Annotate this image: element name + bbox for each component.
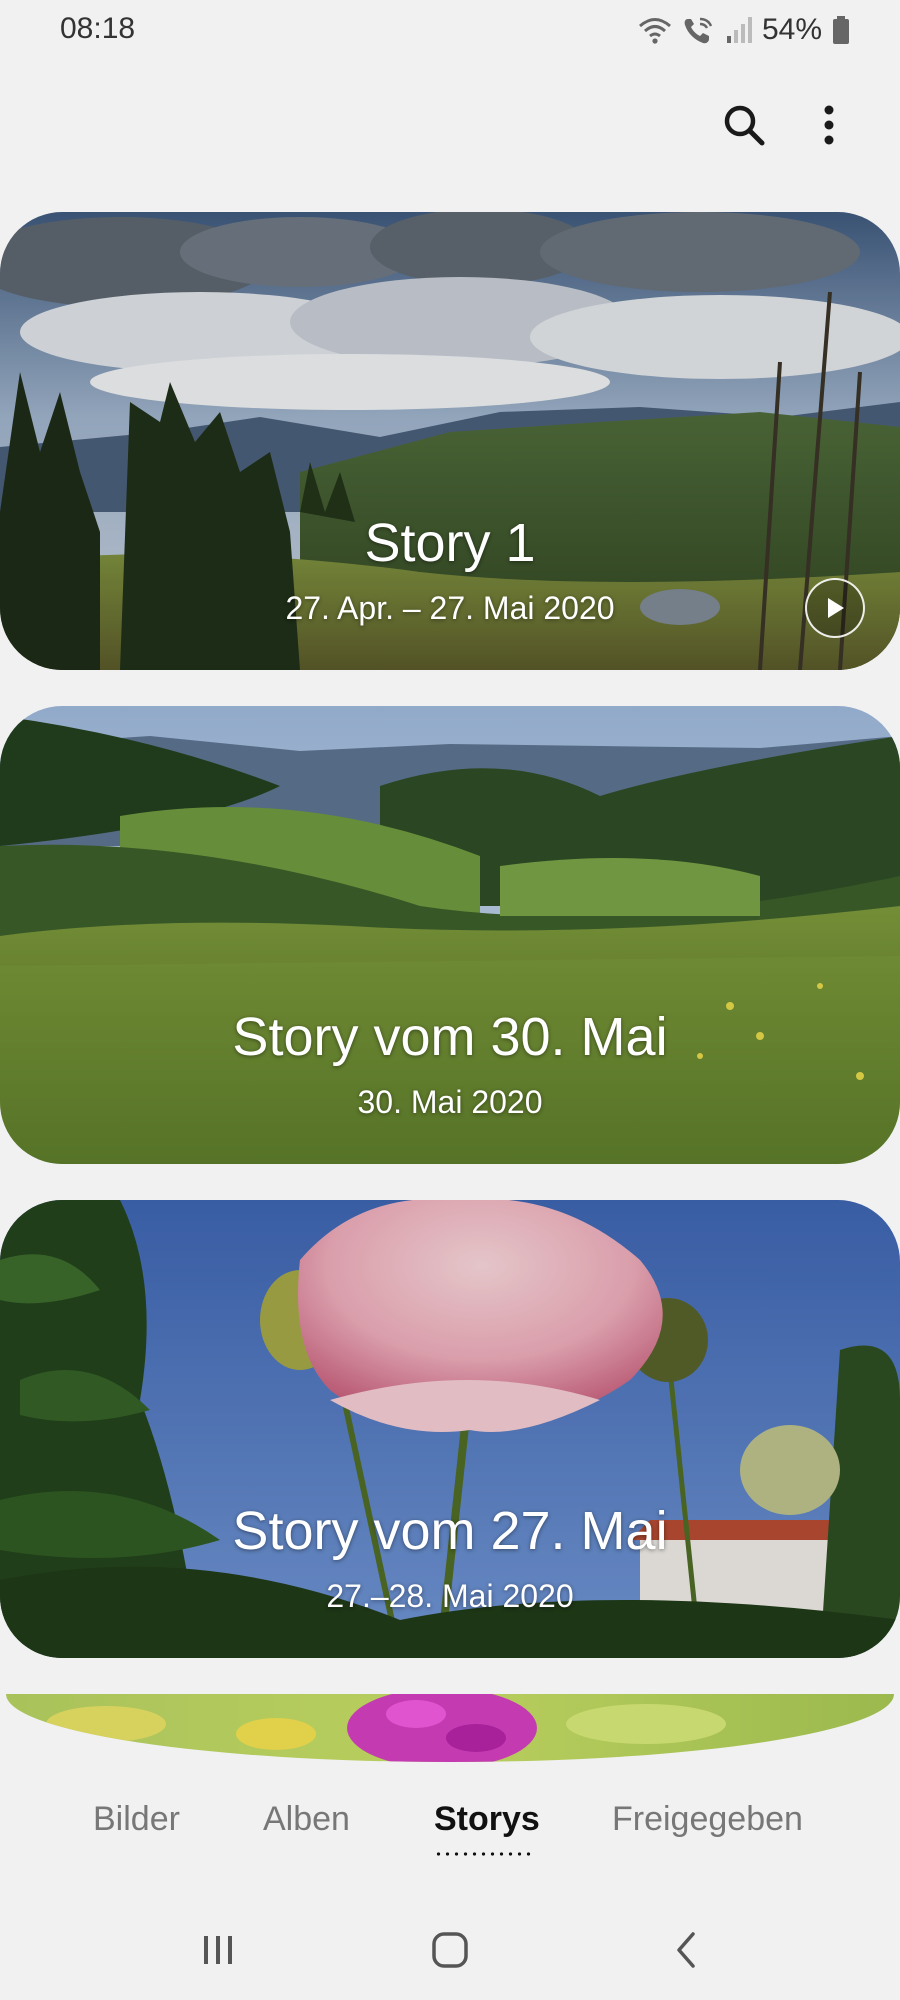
wifi-call-icon [684,17,713,44]
action-bar [0,90,900,160]
battery-icon [833,16,849,44]
home-button[interactable] [420,1920,480,1980]
back-button[interactable] [656,1920,716,1980]
back-icon [677,1932,695,1968]
navigation-bar [0,1910,900,1990]
bottom-tab-bar: Bilder Alben Storys Freigegeben [0,1800,900,1860]
wifi-icon [638,18,671,44]
more-options-button[interactable] [800,96,858,154]
more-options-icon [824,105,834,145]
selected-tab-indicator [434,1852,534,1856]
play-icon [828,598,844,618]
gallery-screen: 08:18 54% Story 1 27. Apr. – 27. Mai 202… [0,0,900,2000]
story-date: 27. Apr. – 27. Mai 2020 [285,590,615,626]
tab-storys[interactable]: Storys [434,1800,540,1839]
signal-icon [726,17,752,43]
story-cover-image [6,1694,894,1762]
status-time: 08:18 [60,12,136,45]
recent-apps-icon [204,1936,232,1964]
status-icons: 54% [638,10,850,50]
story-card[interactable]: Story vom 27. Mai 27.–28. Mai 2020 [0,1200,900,1658]
tab-alben[interactable]: Alben [263,1800,350,1839]
story-title: Story vom 27. Mai [232,1501,668,1561]
story-title: Story 1 [364,513,536,573]
tab-bilder[interactable]: Bilder [93,1800,180,1839]
battery-percentage: 54% [761,13,822,46]
recent-apps-button[interactable] [188,1920,248,1980]
home-icon [432,1932,468,1968]
story-card[interactable]: Story vom 30. Mai 30. Mai 2020 [0,706,900,1164]
status-bar: 08:18 54% [0,0,900,64]
search-button[interactable] [715,96,773,154]
tab-freigegeben[interactable]: Freigegeben [612,1800,803,1839]
story-date: 30. Mai 2020 [357,1084,543,1120]
story-card[interactable] [6,1694,894,1762]
story-date: 27.–28. Mai 2020 [326,1578,574,1614]
story-title: Story vom 30. Mai [232,1007,668,1067]
search-icon [724,105,765,146]
story-card[interactable]: Story 1 27. Apr. – 27. Mai 2020 [0,212,900,670]
play-story-button[interactable] [805,578,865,638]
